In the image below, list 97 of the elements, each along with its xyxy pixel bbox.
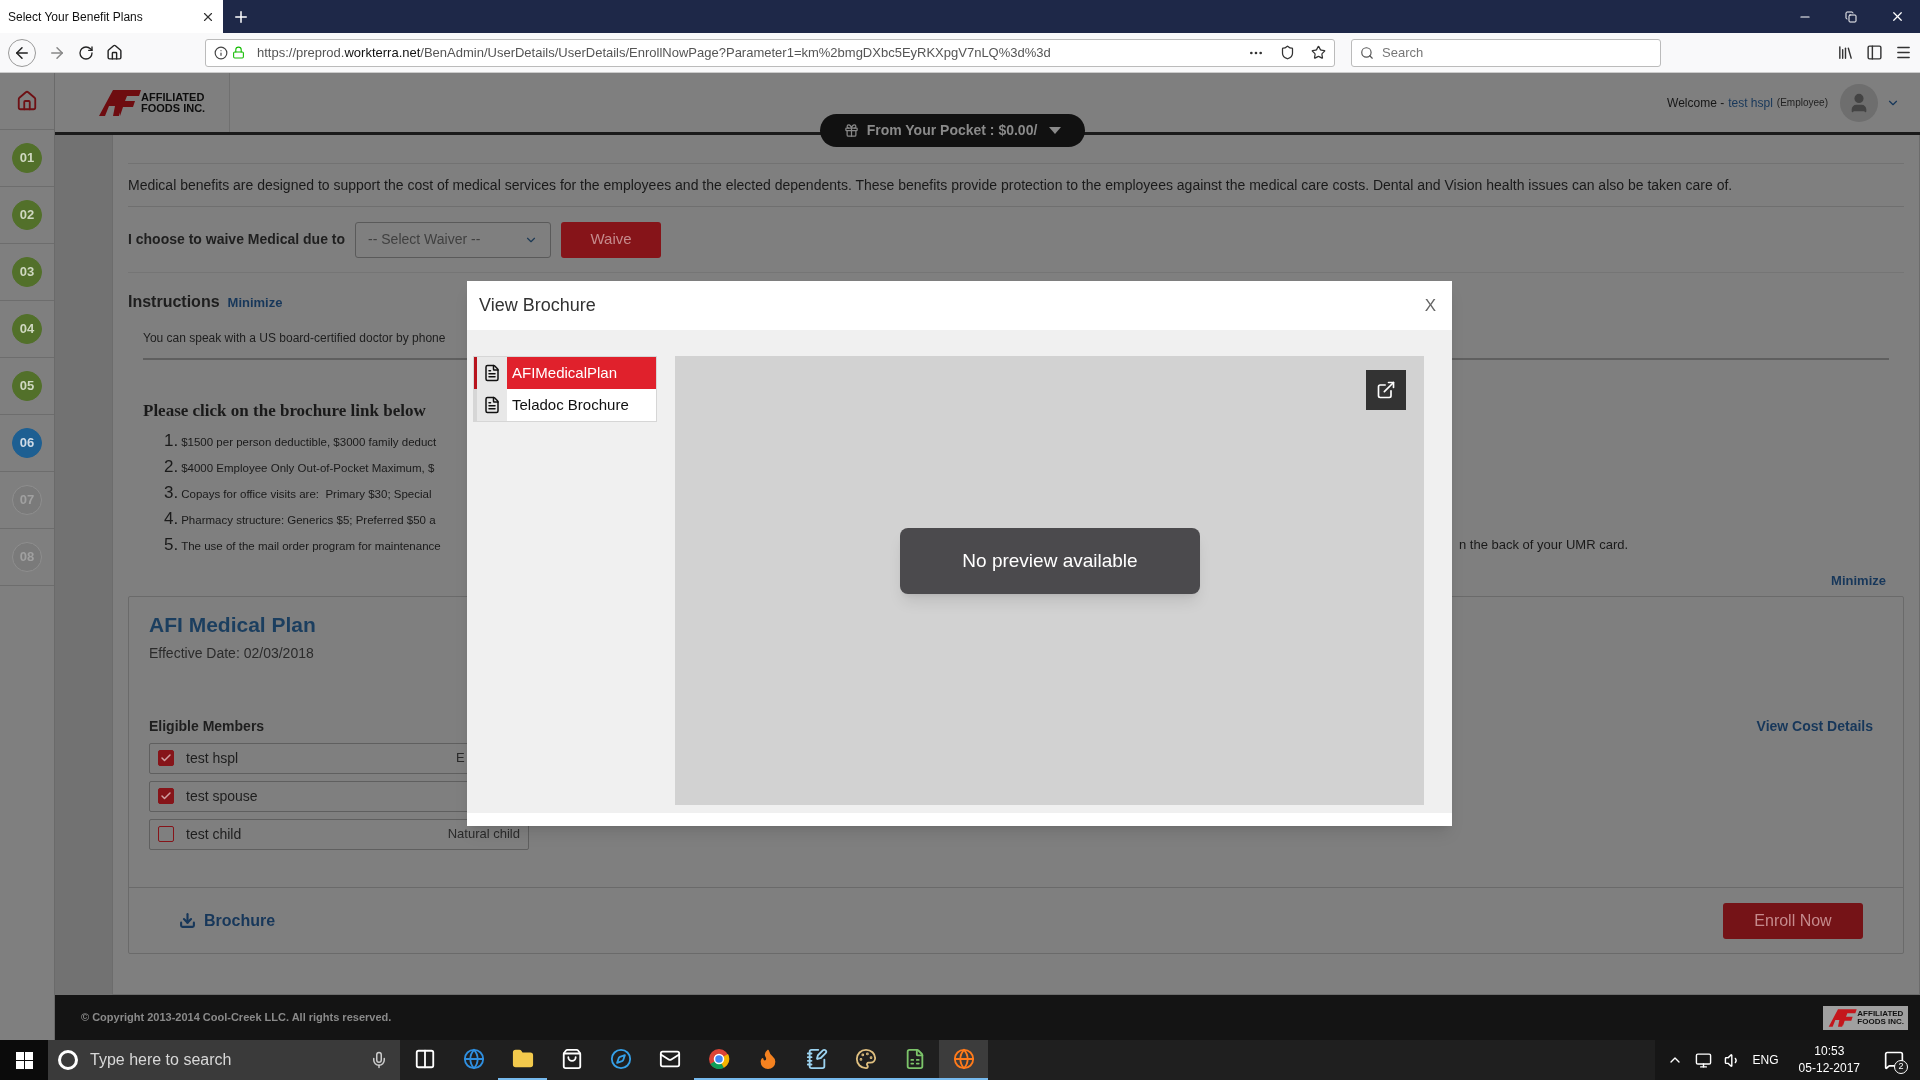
list-number: 1. [164,429,179,452]
step-indicator[interactable]: 01 [12,143,42,173]
check-icon [160,790,172,802]
microphone-icon [370,1051,388,1069]
taskbar-search[interactable]: Type here to search [48,1040,400,1080]
dialog-title: View Brochure [479,294,596,317]
library-icon[interactable] [1837,44,1854,61]
checkbox[interactable] [158,750,174,766]
pdf-file-icon [483,396,501,414]
home-icon[interactable] [106,44,123,61]
notebook-icon [805,1048,828,1070]
list-item-text: Pharmacy structure: Generics $5; Preferred $50 a [181,512,436,528]
members-title: Eligible Members [149,716,265,736]
welcome-label: Welcome - [1667,94,1725,112]
browser-icon [952,1048,975,1070]
logo-icon [1827,1007,1858,1028]
address-bar[interactable]: https://preprod.workterra.net/BenAdmin/UserDetails/UserDetails/EnrollNowPage?Parameter1=km%2bmgDXbc5EyRKXpgV7nLQ%3d%3d [205,38,1335,67]
brochure-link[interactable]: Brochure [179,908,276,933]
checkbox[interactable] [158,826,174,842]
member-name: test hspl [186,748,239,768]
instructions-title: Instructions [128,292,220,312]
enroll-button[interactable]: Enroll Now [1723,902,1863,939]
task-view-icon [413,1048,436,1070]
step-indicator[interactable]: 04 [12,314,42,344]
external-link-icon [1376,380,1396,400]
palette-icon [854,1048,877,1070]
reload-icon[interactable] [78,44,94,61]
step-indicator[interactable]: 05 [12,371,42,401]
logo-text: FOODS INC. [1857,1017,1904,1026]
waive-label: I choose to waive Medical due to [128,230,346,249]
check-icon [160,752,172,764]
instructions-text: You can speak with a US board-certified doctor by phone [143,331,446,345]
windows-icon [15,1051,33,1069]
minimize-link[interactable]: Minimize [227,293,283,313]
language-indicator[interactable]: ENG [1752,1051,1779,1069]
checkbox[interactable] [158,788,174,804]
step-indicator[interactable]: 03 [12,257,42,287]
waive-button[interactable]: Waive [561,221,662,258]
clock[interactable]: 10:53 05-12-2017 [1790,1043,1868,1077]
logo-icon [97,87,141,118]
close-button[interactable]: X [1420,292,1440,319]
gift-icon [843,123,859,138]
download-icon [179,912,196,929]
list-item-text: Copays for office visits are: Primary $30; Special [181,486,432,502]
file-item[interactable]: AFIMedicalPlan [474,357,656,389]
sidebar-icon[interactable] [1866,44,1883,61]
member-name: test child [186,824,242,844]
bookmark-icon[interactable] [1311,45,1326,60]
globe-icon [462,1048,485,1070]
member-name: test spouse [186,786,258,806]
copyright-text: © Copyright 2013-2014 Cool-Creek LLC. All rights reserved. [81,1010,392,1026]
search-field[interactable]: Search [1351,38,1661,67]
waiver-select[interactable]: -- Select Waiver -- [355,221,552,258]
list-item-text: $4000 Employee Only Out-of-Pocket Maximum, $ [181,460,435,476]
menu-icon[interactable] [1895,44,1912,61]
description-text: Medical benefits are designed to support the cost of medical services for the employees and the elected dependents. These benefits provide protection to the employees against the medical care costs. Dental and Vision health issues can also be taken care of. [128,177,1733,193]
chrome-icon [707,1048,730,1070]
list-number: 5. [164,533,179,556]
relation-text: E [456,749,465,768]
logo-text: FOODS INC. [141,102,206,114]
mail-icon [658,1048,681,1070]
avatar[interactable] [1840,83,1878,122]
url-text: https://preprod.workterra.net/BenAdmin/UserDetails/UserDetails/EnrollNowPage?Parameter1=km%2bmgDXbc5EyRKXpgV7nLQ%3d%3d [257,43,1051,62]
lock-icon [232,46,245,59]
preview-message: No preview available [900,528,1200,594]
network-icon[interactable] [1694,1051,1712,1069]
cost-details-link[interactable]: View Cost Details [1756,715,1873,737]
step-indicator[interactable]: 02 [12,200,42,230]
folder-icon [511,1048,534,1070]
list-item-text: The use of the mail order program for maintenance [181,538,441,554]
step-indicator[interactable]: 06 [12,428,42,458]
notification-button[interactable]: 2 [1880,1046,1908,1074]
browser-tab[interactable]: Select Your Benefit Plans [0,0,223,33]
list-item-text: n the back of your UMR card. [1459,535,1629,554]
list-item-text: $1500 per person deductible, $3000 family deduct [181,434,437,450]
minimize-link[interactable]: Minimize [1831,570,1886,590]
pocket-pill[interactable]: From Your Pocket : $0.00/ [820,114,1085,147]
user-link[interactable]: test hspl [1728,93,1773,112]
list-number: 2. [164,455,179,478]
logo-text: AFFILIATED [1857,1009,1904,1018]
search-icon [1360,45,1374,60]
relation-text: Natural child [447,825,520,844]
pdf-file-icon [483,364,501,382]
info-icon [214,45,228,60]
shopping-bag-icon [560,1048,583,1070]
role-label: (Employee) [1776,96,1828,110]
cortana-icon [58,1050,78,1070]
open-external-button[interactable] [1366,370,1406,410]
logo-text: AFFILIATED [141,91,206,103]
effective-date: Effective Date: 02/03/2018 [149,643,315,663]
restore-icon[interactable] [1845,10,1857,23]
plan-title: AFI Medical Plan [149,612,317,638]
brochure-heading: Please click on the brochure link below [143,401,426,420]
start-button[interactable] [0,1040,48,1080]
list-number: 4. [164,507,179,530]
compass-icon [609,1048,632,1070]
list-number: 3. [164,481,179,504]
